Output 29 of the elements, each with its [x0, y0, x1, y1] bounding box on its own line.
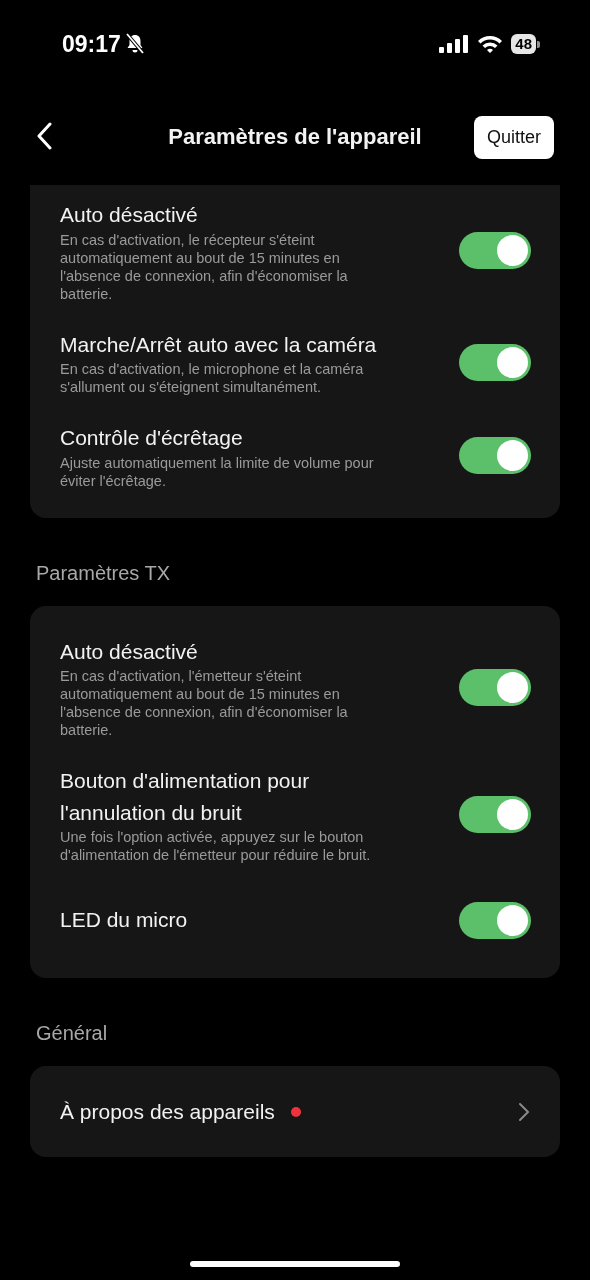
item-label: À propos des appareils [60, 1098, 275, 1125]
page-title: Paramètres de l'appareil [168, 123, 422, 151]
clock-time: 09:17 [62, 29, 121, 59]
signal-icon [439, 35, 470, 53]
toggle-switch[interactable] [459, 437, 531, 475]
battery-level: 48 [511, 34, 536, 54]
setting-description: En cas d'activation, le récepteur s'éteint automatiquement au bout de 15 minutes en l'absence de connexion, afin d'économiser la batterie. [60, 230, 349, 303]
toggle-switch[interactable] [459, 343, 531, 381]
setting-title: Auto désactivé [60, 638, 199, 665]
quit-button[interactable]: Quitter [473, 116, 554, 159]
setting-title: Bouton d'alimentation pour l'annulation du bruit [60, 768, 311, 826]
setting-description: Ajuste automatiquement la limite de volume pour éviter l'écrêtage. [60, 453, 375, 490]
wifi-icon [477, 34, 504, 54]
setting-description: En cas d'activation, l'émetteur s'éteint automatiquement au bout de 15 minutes en l'absence de connexion, afin d'économiser la batterie. [60, 667, 349, 739]
toggle-switch[interactable] [459, 668, 531, 706]
back-button[interactable] [36, 122, 52, 150]
setting-title: Contrôle d'écrêtage [60, 425, 244, 451]
section-heading: Paramètres TX [36, 560, 172, 586]
setting-title: LED du micro [60, 907, 188, 934]
section-heading: Général [36, 1021, 109, 1046]
list-item[interactable]: À propos des appareils [30, 1066, 560, 1157]
toggle-switch[interactable] [459, 232, 531, 270]
toggle-switch[interactable] [459, 901, 531, 939]
toggle-switch[interactable] [459, 796, 531, 833]
chevron-icon [518, 1101, 530, 1122]
setting-description: En cas d'activation, le microphone et la caméra s'allument ou s'éteignent simultanément. [60, 360, 365, 396]
setting-description: Une fois l'option activée, appuyez sur le bouton d'alimentation de l'émetteur pour réduire le bruit. [60, 828, 372, 864]
setting-title: Marche/Arrêt auto avec la caméra [60, 331, 378, 358]
setting-title: Auto désactivé [60, 202, 199, 228]
